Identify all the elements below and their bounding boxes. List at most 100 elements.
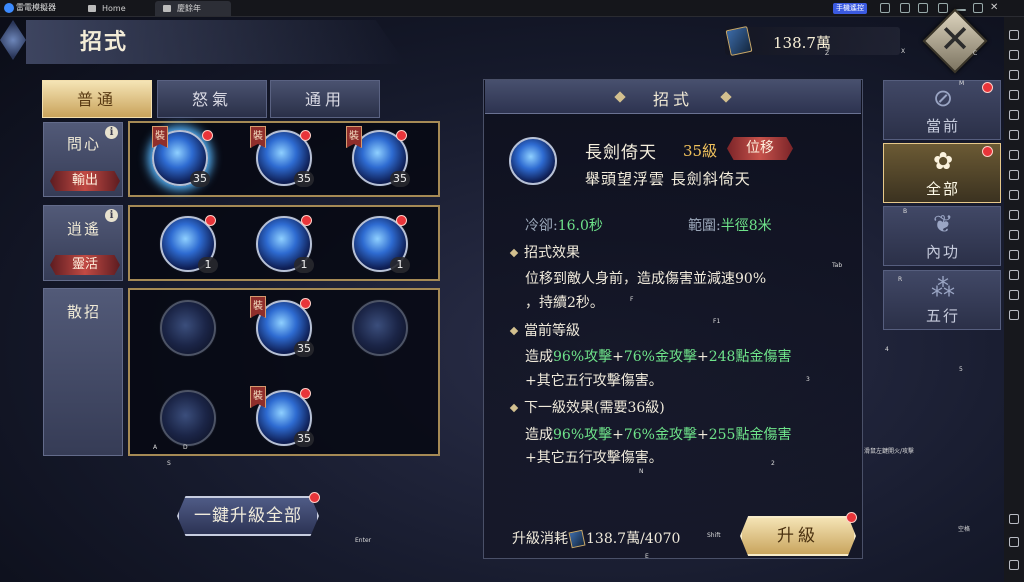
- location-icon[interactable]: [1009, 270, 1019, 280]
- emulator-titlebar: 雷電模擬器 Home 慶餘年 手機遙控 ✕: [0, 0, 1024, 17]
- role-tag: 靈活: [50, 255, 120, 275]
- game-emblem-icon: [0, 20, 26, 60]
- skill-name: 長劍倚天: [585, 143, 657, 163]
- emulator-logo-text: 雷電模擬器: [16, 3, 56, 12]
- current-line-2: +其它五行攻擊傷害。: [525, 373, 663, 389]
- menu-icon[interactable]: [918, 3, 928, 13]
- tab-home-label: Home: [102, 4, 126, 13]
- remote-control-button[interactable]: 手機遙控: [833, 3, 867, 14]
- key-hint: Tab: [832, 262, 843, 269]
- current-section-title: 當前等級: [509, 320, 580, 340]
- next-line-1: 造成96%攻擊+76%金攻擊+255點金傷害: [525, 424, 791, 444]
- next-prefix: 造成: [525, 427, 553, 443]
- home-icon: [88, 5, 96, 12]
- skill-icon-locked[interactable]: [352, 300, 408, 356]
- key-hint: E: [645, 553, 649, 560]
- folder-icon[interactable]: [1009, 250, 1019, 260]
- tab-normal[interactable]: 普通: [42, 80, 152, 118]
- record-icon[interactable]: [1009, 210, 1019, 220]
- row-label-sanzhao: 散招: [43, 288, 123, 456]
- range-value: 半徑8米: [720, 218, 772, 234]
- notification-dot: [396, 215, 407, 226]
- upgrade-button[interactable]: 升級: [740, 516, 856, 556]
- key-hint: R: [898, 276, 903, 283]
- notification-dot: [396, 130, 407, 141]
- key-hint: X: [901, 48, 906, 55]
- tab-home[interactable]: Home: [80, 1, 152, 16]
- key-hint: M: [959, 80, 965, 87]
- next-line-2: +其它五行攻擊傷害。: [525, 450, 663, 466]
- key-hint: Enter: [355, 537, 372, 544]
- key-hint: 5: [959, 366, 963, 373]
- add-app-icon[interactable]: [1009, 150, 1019, 160]
- cooldown-label: 冷卻:: [525, 218, 558, 234]
- rotate-icon[interactable]: [1009, 290, 1019, 300]
- key-hint: D: [183, 444, 188, 451]
- key-hint: S: [167, 460, 171, 467]
- coin-book-icon: [568, 529, 586, 549]
- cooldown-value: 16.0秒: [557, 218, 603, 234]
- notification-dot: [982, 146, 993, 157]
- recents-icon[interactable]: [1009, 560, 1019, 570]
- sync-icon[interactable]: [1009, 130, 1019, 140]
- plus: +: [612, 427, 624, 443]
- key-hint: A: [153, 444, 158, 451]
- key-hint: C: [973, 50, 978, 57]
- skill-level: 1: [294, 257, 314, 273]
- key-hint: F: [630, 296, 634, 303]
- cost-label: 升級消耗: [512, 531, 568, 547]
- window-icon[interactable]: [938, 3, 948, 13]
- skill-subtitle: 舉頭望浮雲 長劍斜倚天: [585, 170, 751, 188]
- tab-game[interactable]: 慶餘年: [155, 1, 231, 16]
- target-icon: ⊘: [932, 84, 954, 112]
- volume-down-icon[interactable]: [1009, 90, 1019, 100]
- category-label: 當前: [925, 117, 960, 135]
- back-icon[interactable]: [1009, 514, 1019, 524]
- info-icon[interactable]: i: [105, 209, 118, 222]
- category-label: 全部: [925, 180, 960, 198]
- gamepad-icon[interactable]: [880, 3, 890, 13]
- maximize-icon[interactable]: [973, 3, 983, 13]
- emulator-sidebar: [1004, 17, 1024, 582]
- next-gold-dmg: 255點金傷害: [708, 427, 792, 443]
- key-hint: 4: [885, 346, 889, 353]
- cut-icon[interactable]: [1009, 190, 1019, 200]
- skill-icon-locked[interactable]: [160, 390, 216, 446]
- role-tag: 輸出: [50, 171, 120, 191]
- game-icon: [163, 5, 171, 12]
- window-close-icon[interactable]: ✕: [990, 3, 1000, 13]
- notification-dot: [301, 215, 312, 226]
- skill-level: 35級: [683, 142, 718, 160]
- skill-icon-locked[interactable]: [160, 300, 216, 356]
- skill-type-tag: 位移: [727, 137, 793, 160]
- skill-level: 1: [198, 257, 218, 273]
- effect-line-2: ，持續2秒。: [525, 295, 604, 311]
- settings-icon[interactable]: [1009, 50, 1019, 60]
- screenshot-icon[interactable]: [1009, 170, 1019, 180]
- volume-up-icon[interactable]: [1009, 70, 1019, 80]
- category-inner-skill[interactable]: ❦ 內功: [883, 206, 1001, 266]
- emulator-logo: 雷電模擬器: [4, 2, 56, 13]
- range-stat: 範圍:半徑8米: [688, 215, 772, 235]
- info-icon[interactable]: i: [105, 126, 118, 139]
- plus: +: [696, 427, 709, 443]
- current-gold-dmg: 248點金傷害: [708, 349, 792, 365]
- close-icon: ✕: [939, 17, 971, 61]
- next-section-title: 下一級效果(需要36級): [509, 397, 665, 417]
- keyboard-icon[interactable]: [1009, 30, 1019, 40]
- home-nav-icon[interactable]: [1009, 537, 1019, 547]
- more-icon[interactable]: [1009, 310, 1019, 320]
- skill-level: 1: [390, 257, 410, 273]
- notification-dot: [205, 215, 216, 226]
- account-icon[interactable]: [900, 3, 910, 13]
- skill-level: 35: [294, 341, 314, 357]
- tab-general[interactable]: 通用: [270, 80, 380, 118]
- fullscreen-icon[interactable]: [1009, 110, 1019, 120]
- multi-instance-icon[interactable]: [1009, 230, 1019, 240]
- upgrade-all-button[interactable]: 一鍵升級全部: [177, 496, 319, 536]
- key-hint: F1: [713, 318, 721, 325]
- current-title: 當前等級: [524, 323, 580, 339]
- tab-rage[interactable]: 怒氣: [157, 80, 267, 118]
- plus: +: [696, 349, 709, 365]
- notification-dot: [300, 130, 311, 141]
